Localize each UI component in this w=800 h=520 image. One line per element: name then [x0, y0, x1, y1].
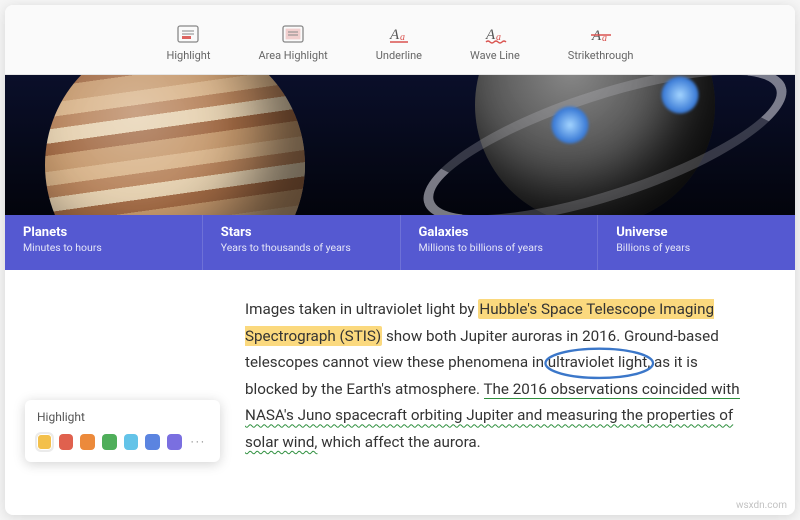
wave-line-label: Wave Line: [470, 49, 520, 62]
strikethrough-icon: Aa: [588, 23, 614, 45]
app-window: Highlight Area Highlight Aa Underline Aa…: [5, 5, 795, 515]
color-swatch[interactable]: [145, 434, 160, 450]
text-run: ultraviolet light,: [548, 353, 650, 371]
strikethrough-label: Strikethrough: [568, 49, 634, 62]
underline-tool[interactable]: Aa Underline: [374, 19, 424, 66]
annotation-toolbar: Highlight Area Highlight Aa Underline Aa…: [5, 5, 795, 75]
svg-text:A: A: [591, 28, 602, 44]
circled-text[interactable]: ultraviolet light,: [548, 349, 650, 376]
svg-text:A: A: [485, 27, 496, 43]
band-item-universe: Universe Billions of years: [597, 215, 795, 270]
band-item-planets: Planets Minutes to hours: [5, 215, 202, 270]
area-highlight-tool[interactable]: Area Highlight: [256, 19, 329, 66]
text-run: Images taken in ultraviolet light by: [245, 300, 478, 318]
hero-banner: Planets Minutes to hours Stars Years to …: [5, 75, 795, 270]
color-swatch[interactable]: [37, 434, 52, 450]
aurora-glow-icon: [550, 105, 590, 145]
watermark-text: wsxdn.com: [736, 500, 787, 511]
strikethrough-tool[interactable]: Aa Strikethrough: [566, 19, 636, 66]
highlight-label: Highlight: [167, 49, 211, 62]
area-highlight-icon: [280, 23, 306, 45]
color-swatch[interactable]: [80, 434, 95, 450]
highlight-icon: [175, 23, 201, 45]
band-item-galaxies: Galaxies Millions to billions of years: [400, 215, 598, 270]
color-swatch[interactable]: [102, 434, 117, 450]
palette-title: Highlight: [37, 410, 208, 424]
article-paragraph: Images taken in ultraviolet light by Hub…: [245, 296, 745, 456]
aurora-glow-icon: [660, 75, 700, 115]
color-swatch-row: ···: [37, 434, 208, 450]
color-swatch[interactable]: [124, 434, 139, 450]
band-subtitle: Years to thousands of years: [221, 241, 382, 254]
underline-label: Underline: [376, 49, 422, 62]
color-swatch[interactable]: [167, 434, 182, 450]
text-run: which affect the aurora.: [317, 433, 480, 451]
band-item-stars: Stars Years to thousands of years: [202, 215, 400, 270]
svg-text:A: A: [389, 27, 400, 43]
band-subtitle: Millions to billions of years: [419, 241, 580, 254]
underlined-text[interactable]: The 2016 observations coincided with: [484, 380, 740, 399]
wave-line-icon: Aa: [482, 23, 508, 45]
more-colors-button[interactable]: ···: [189, 435, 208, 449]
band-subtitle: Minutes to hours: [23, 241, 184, 254]
info-band: Planets Minutes to hours Stars Years to …: [5, 215, 795, 270]
area-highlight-label: Area Highlight: [258, 49, 327, 62]
band-title: Galaxies: [419, 225, 580, 240]
band-title: Planets: [23, 225, 184, 240]
highlight-color-panel[interactable]: Highlight ···: [25, 400, 220, 462]
band-title: Universe: [616, 225, 777, 240]
band-title: Stars: [221, 225, 382, 240]
highlight-tool[interactable]: Highlight: [165, 19, 213, 66]
color-swatch[interactable]: [59, 434, 74, 450]
band-subtitle: Billions of years: [616, 241, 777, 254]
underline-icon: Aa: [386, 23, 412, 45]
document-viewport[interactable]: Planets Minutes to hours Stars Years to …: [5, 75, 795, 515]
wave-line-tool[interactable]: Aa Wave Line: [468, 19, 522, 66]
